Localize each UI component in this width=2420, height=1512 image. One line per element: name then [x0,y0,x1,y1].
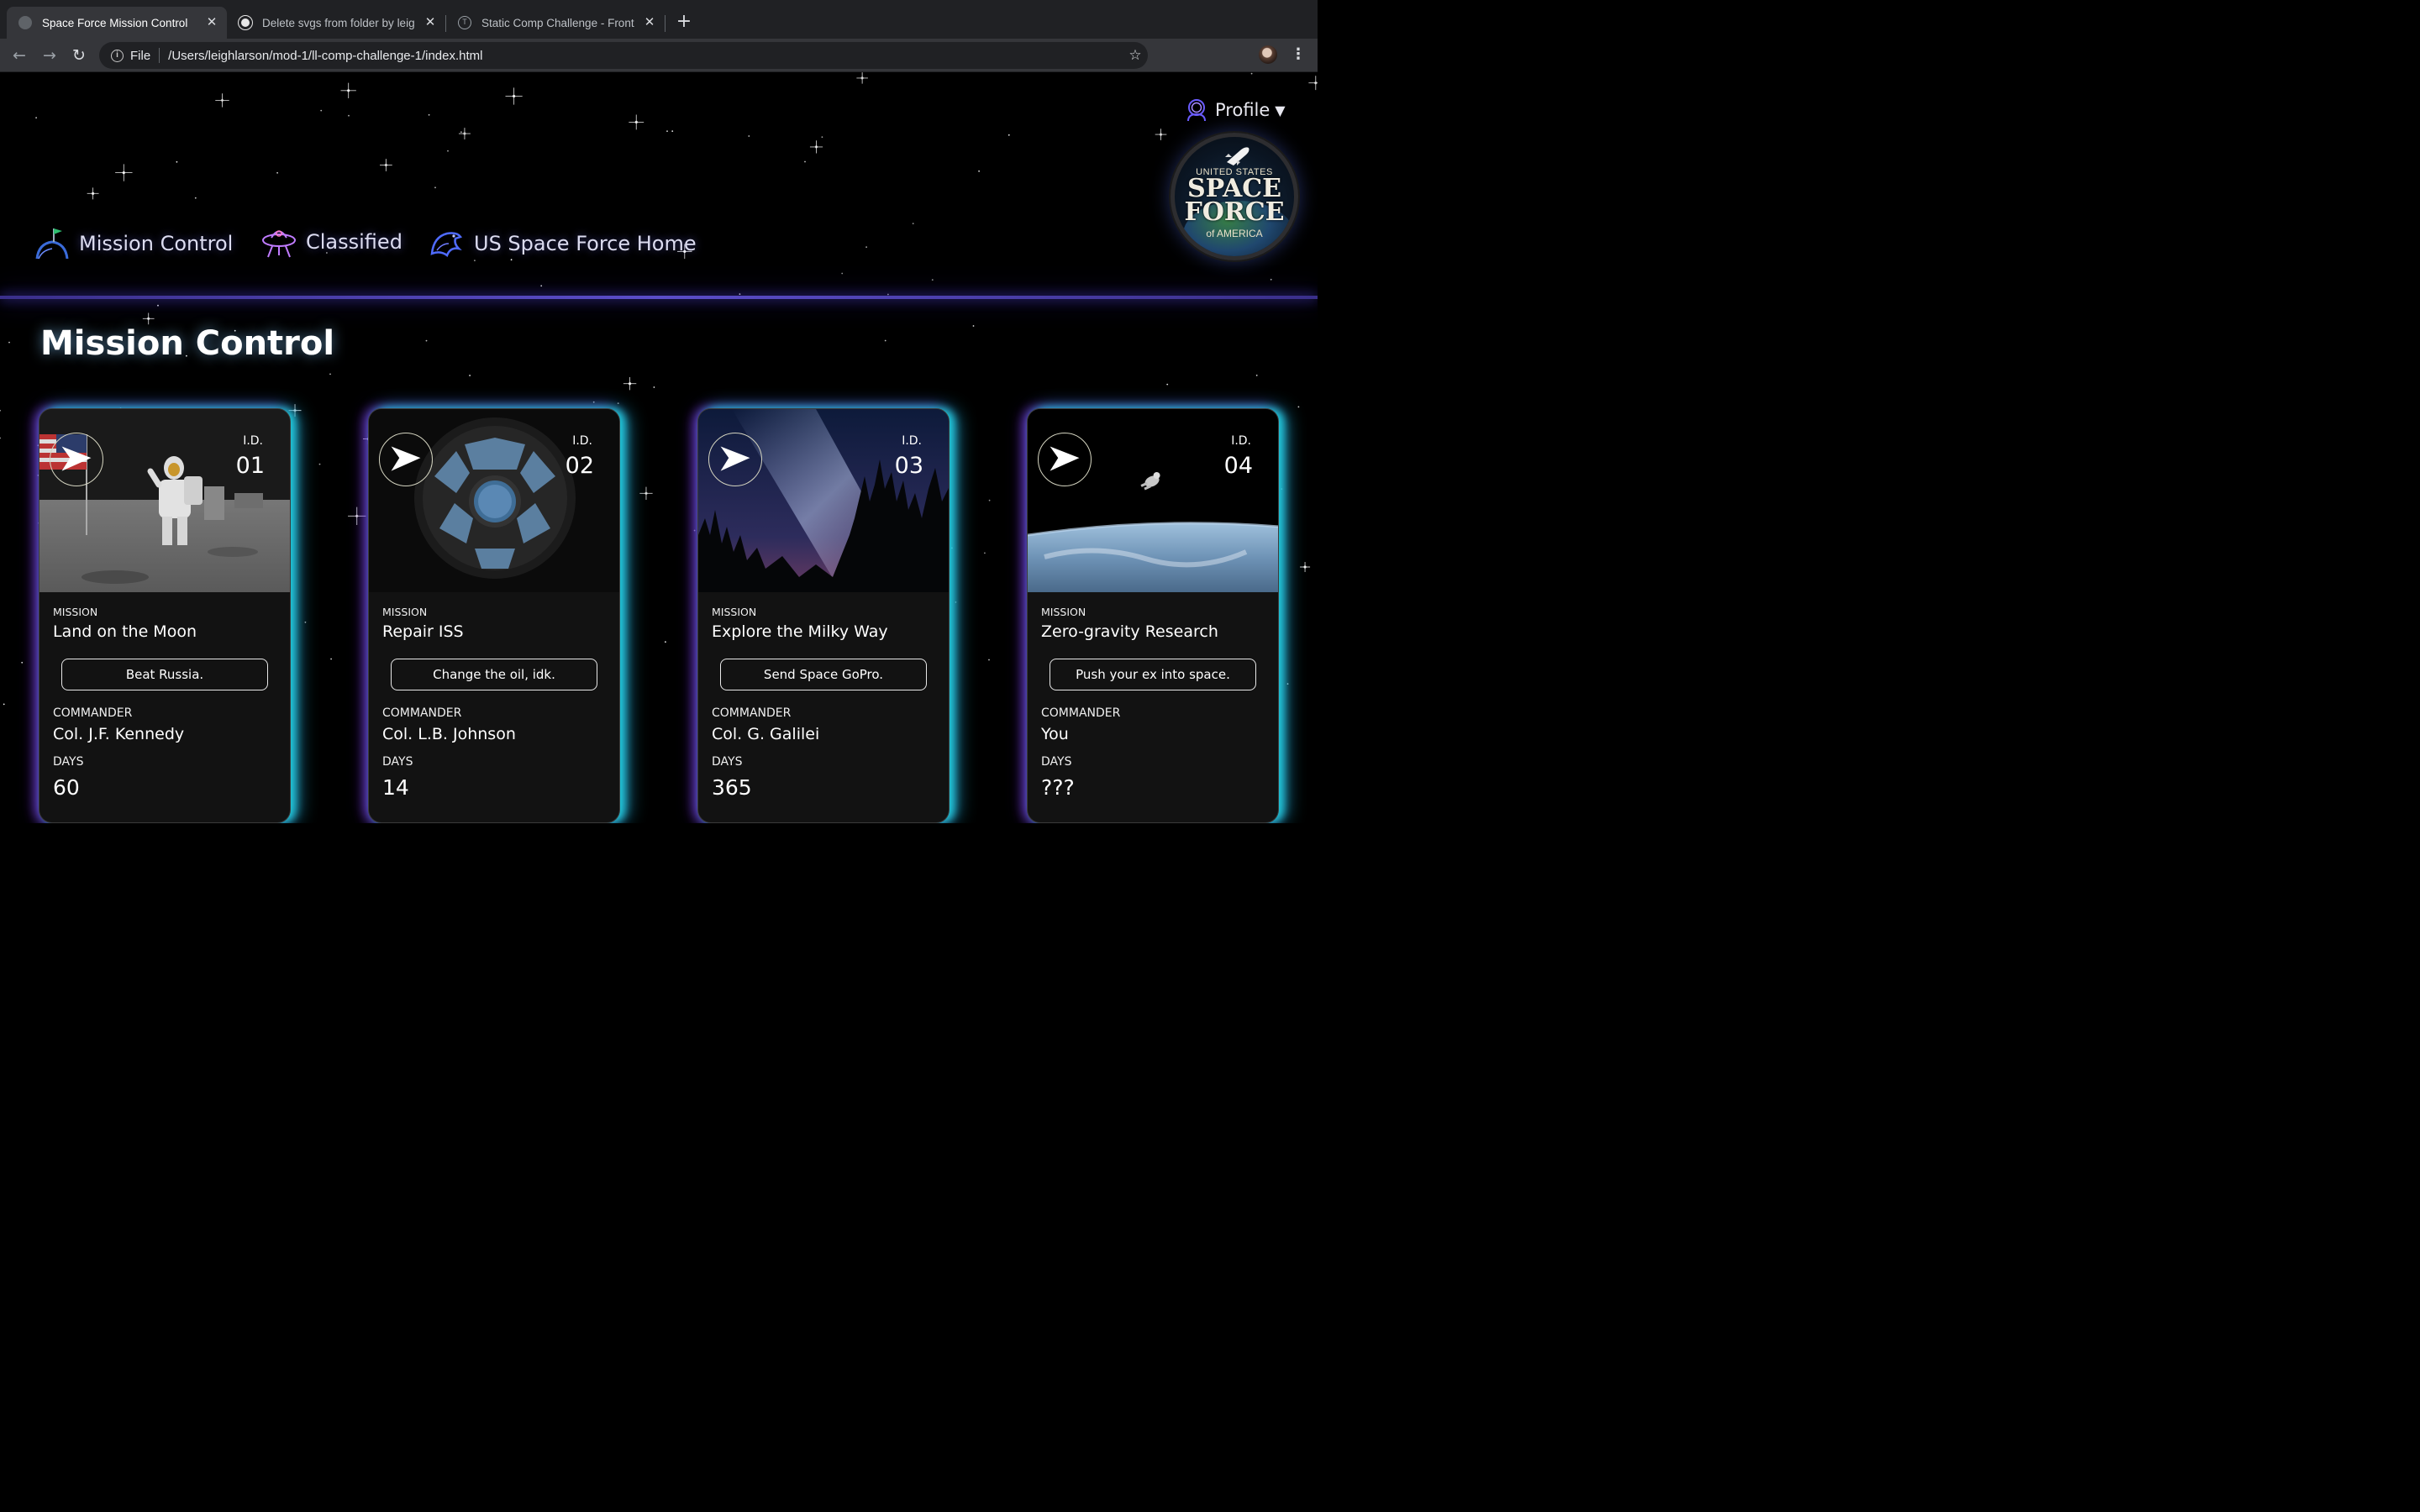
mission-card[interactable]: I.D. 04 MISSION Zero-gravity Research Pu… [1027,408,1279,823]
nav-link-mission-control[interactable]: Mission Control [34,223,233,264]
mission-label: MISSION [382,606,428,618]
mission-card[interactable]: I.D. 02 MISSION Repair ISS Change the oi… [368,408,620,823]
turing-icon: T [458,16,471,29]
play-button-icon[interactable] [1038,433,1092,486]
days-value: ??? [1041,775,1075,800]
ufo-icon [262,230,296,258]
commander-name: Col. G. Galilei [712,725,820,743]
play-button-icon[interactable] [379,433,433,486]
commander-name: Col. J.F. Kennedy [53,725,185,743]
mission-name: Repair ISS [382,622,464,641]
play-button-icon[interactable] [50,433,103,486]
web-page: Profile ▼ UNITED STATES SPACE FORCE of AM… [0,72,1318,823]
tab-github[interactable]: Delete svgs from folder by leig ✕ [227,7,445,39]
tab-title: Static Comp Challenge - Front [481,16,634,29]
shuttle-icon [1225,147,1249,165]
mission-label: MISSION [53,606,98,618]
site-header: Profile ▼ UNITED STATES SPACE FORCE of AM… [0,72,1318,297]
profile-label: Profile [1215,100,1270,120]
mission-label: MISSION [712,606,757,618]
address-bar[interactable]: i File /Users/leighlarson/mod-1/ll-comp-… [99,42,1148,69]
bookmark-star-icon[interactable]: ☆ [1123,47,1148,64]
tab-space-force[interactable]: Space Force Mission Control ✕ [7,7,227,39]
space-force-logo[interactable]: UNITED STATES SPACE FORCE of AMERICA [1171,133,1298,260]
menu-kebab-icon[interactable]: ⋮ [1291,45,1306,65]
commander-label: COMMANDER [382,706,462,720]
mission-objective-button[interactable]: Beat Russia. [61,659,268,690]
mission-card[interactable]: I.D. 01 MISSION Land on the Moon Beat Ru… [39,408,291,823]
page-title: Mission Control [40,324,335,363]
profile-avatar[interactable] [1259,45,1277,64]
mission-label: MISSION [1041,606,1086,618]
mission-objective-button[interactable]: Change the oil, idk. [391,659,597,690]
tab-static-comp[interactable]: T Static Comp Challenge - Front ✕ [446,7,665,39]
card-id-value: 04 [1223,453,1253,479]
browser-toolbar: ← → ↻ i File /Users/leighlarson/mod-1/ll… [0,39,1318,102]
reload-icon[interactable]: ↻ [68,45,90,66]
github-icon [239,16,252,29]
tab-title: Space Force Mission Control [42,16,188,29]
nav-link-us-space-force-home[interactable]: US Space Force Home [429,223,697,264]
card-id-value: 03 [894,453,923,479]
card-id-label: I.D. [572,434,592,448]
planet-flag-icon [35,228,69,260]
tab-divider [665,15,666,32]
days-label: DAYS [382,755,413,769]
header-divider [0,296,1318,299]
url-text[interactable]: /Users/leighlarson/mod-1/ll-comp-challen… [168,49,1123,63]
logo-line-4: of AMERICA [1206,228,1263,239]
globe-icon [18,16,32,29]
mission-name: Explore the Milky Way [712,622,888,641]
close-icon[interactable]: ✕ [422,14,439,31]
mission-objective-button[interactable]: Push your ex into space. [1050,659,1256,690]
mission-name: Zero-gravity Research [1041,622,1218,641]
mission-name: Land on the Moon [53,622,197,641]
commander-name: You [1041,725,1069,743]
card-id-label: I.D. [1231,434,1251,448]
days-value: 365 [712,775,752,800]
card-id-label: I.D. [902,434,922,448]
url-divider [159,48,160,63]
tab-title: Delete svgs from folder by leig [262,16,415,29]
commander-label: COMMANDER [1041,706,1121,720]
play-button-icon[interactable] [708,433,762,486]
browser-tab-bar: Space Force Mission Control ✕ Delete svg… [0,0,1318,39]
caret-down-icon: ▼ [1275,102,1286,118]
logo-line-2: SPACE FORCE [1175,176,1294,227]
days-value: 14 [382,775,409,800]
info-icon[interactable]: i [111,49,124,62]
nav-label: Mission Control [79,232,234,255]
profile-menu[interactable]: Profile ▼ [1185,97,1286,123]
days-label: DAYS [712,755,743,769]
days-label: DAYS [1041,755,1072,769]
url-scheme: File [130,48,151,63]
mission-objective-button[interactable]: Send Space GoPro. [720,659,927,690]
card-id-value: 02 [565,453,594,479]
eagle-icon [430,232,462,257]
back-arrow-icon[interactable]: ← [8,45,30,66]
new-tab-button[interactable]: + [674,12,694,32]
card-id-label: I.D. [243,434,263,448]
days-label: DAYS [53,755,84,769]
days-value: 60 [53,775,80,800]
logo-force-text: FORCE [1184,197,1285,227]
commander-name: Col. L.B. Johnson [382,725,516,743]
close-icon[interactable]: ✕ [641,14,658,31]
astronaut-icon [1187,99,1206,122]
nav-label: Classified [306,230,402,254]
close-icon[interactable]: ✕ [203,14,220,31]
forward-arrow-icon[interactable]: → [39,45,60,66]
card-id-value: 01 [235,453,265,479]
nav-link-classified[interactable]: Classified [260,222,402,262]
nav-label: US Space Force Home [474,232,697,255]
mission-card[interactable]: I.D. 03 MISSION Explore the Milky Way Se… [697,408,950,823]
commander-label: COMMANDER [53,706,133,720]
commander-label: COMMANDER [712,706,792,720]
